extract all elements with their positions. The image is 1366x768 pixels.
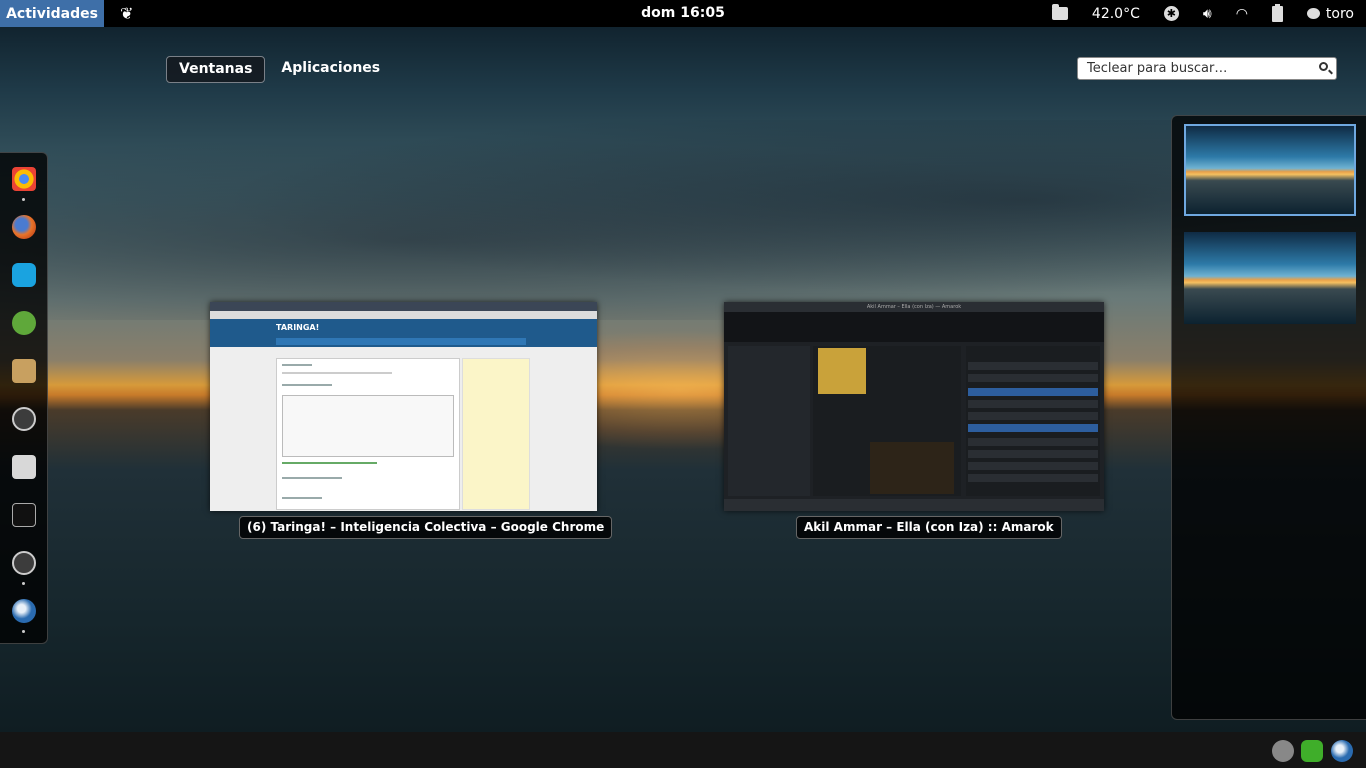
address-bar — [210, 311, 597, 319]
running-indicator — [22, 630, 25, 633]
tab-windows[interactable]: Ventanas — [166, 56, 266, 83]
folder-icon[interactable] — [1051, 4, 1068, 20]
amarok-icon[interactable] — [12, 407, 36, 431]
tips-sidebar — [462, 358, 530, 510]
artist-photo — [870, 442, 954, 494]
browser-tabs — [210, 302, 597, 311]
emoji-row — [282, 462, 377, 464]
activities-button[interactable]: Actividades — [0, 0, 104, 27]
view-selector: Ventanas Aplicaciones — [166, 56, 392, 83]
dash — [0, 152, 48, 644]
site-nav — [276, 338, 526, 345]
text-line — [282, 384, 332, 386]
playlist-row — [968, 424, 1098, 432]
thunderbird-icon[interactable] — [1331, 740, 1353, 762]
user-name: toro — [1325, 5, 1354, 22]
chrome-icon[interactable] — [12, 167, 36, 191]
status-area: 42.0°C ✱ 🔊︎ ◠ toro — [1040, 0, 1366, 27]
top-bar: Actividades ❦ dom 16:05 42.0°C ✱ 🔊︎ ◠ to… — [0, 0, 1366, 27]
tab-applications[interactable]: Aplicaciones — [269, 56, 392, 81]
text-line — [282, 477, 342, 479]
playlist-row — [968, 374, 1098, 382]
chat-status-icon — [1306, 8, 1320, 19]
thunderbird-icon[interactable] — [12, 599, 36, 623]
playlist-row — [968, 362, 1098, 370]
search-input[interactable]: Teclear para buscar… — [1077, 57, 1337, 80]
clock[interactable]: dom 16:05 — [620, 0, 746, 27]
workspace-thumbnail[interactable] — [1184, 232, 1356, 324]
search-icon — [1319, 62, 1328, 71]
evernote-icon[interactable] — [12, 311, 36, 335]
text-line — [282, 364, 312, 366]
temperature-indicator[interactable]: 42.0°C — [1092, 6, 1140, 22]
playlist-row — [968, 412, 1098, 420]
playlist-row — [968, 474, 1098, 482]
volume-icon[interactable]: 🔊︎ — [1203, 6, 1212, 22]
editor-area — [282, 395, 454, 457]
window-titlebar: Akil Ammar – Ella (con Iza) — Amarok — [724, 302, 1104, 312]
window-caption[interactable]: (6) Taringa! – Inteligencia Colectiva – … — [239, 516, 613, 539]
text-line — [282, 372, 392, 374]
text-line — [282, 497, 322, 499]
check-icon[interactable] — [1301, 740, 1323, 762]
window-caption[interactable]: Akil Ammar – Ella (con Iza) :: Amarok — [796, 516, 1062, 539]
playlist-row — [968, 450, 1098, 458]
message-tray — [0, 732, 1366, 768]
search-placeholder: Teclear para buscar… — [1087, 61, 1228, 76]
window-thumbnail-chrome[interactable]: TARINGA! — [210, 302, 597, 511]
sync-icon[interactable] — [1272, 740, 1294, 762]
package-installer-icon[interactable] — [12, 359, 36, 383]
skype-icon[interactable] — [12, 263, 36, 287]
files-icon[interactable] — [12, 455, 36, 479]
running-indicator — [22, 198, 25, 201]
player-toolbar — [724, 312, 1104, 342]
battery-icon[interactable] — [1271, 3, 1283, 22]
running-indicator — [22, 582, 25, 585]
user-menu[interactable]: toro — [1306, 5, 1354, 22]
album-cover — [818, 348, 866, 394]
terminal-icon[interactable] — [12, 503, 36, 527]
playlist-row — [968, 438, 1098, 446]
status-bar — [724, 499, 1104, 511]
workspace-thumbnail[interactable] — [1184, 124, 1356, 216]
playlist-row — [968, 400, 1098, 408]
clouds — [0, 120, 1366, 320]
site-logo: TARINGA! — [276, 323, 320, 332]
firefox-icon[interactable] — [12, 215, 36, 239]
accessibility-icon[interactable]: ✱ — [1163, 6, 1179, 21]
wifi-icon[interactable]: ◠ — [1236, 6, 1248, 22]
workspace-switcher — [1171, 115, 1366, 720]
window-thumbnail-amarok[interactable]: Akil Ammar – Ella (con Iza) — Amarok — [724, 302, 1104, 511]
amarok-icon[interactable] — [12, 551, 36, 575]
playlist-row — [968, 462, 1098, 470]
sources-pane — [728, 346, 810, 496]
playlist-row — [968, 388, 1098, 396]
gnome-foot-icon[interactable]: ❦ — [120, 4, 133, 23]
